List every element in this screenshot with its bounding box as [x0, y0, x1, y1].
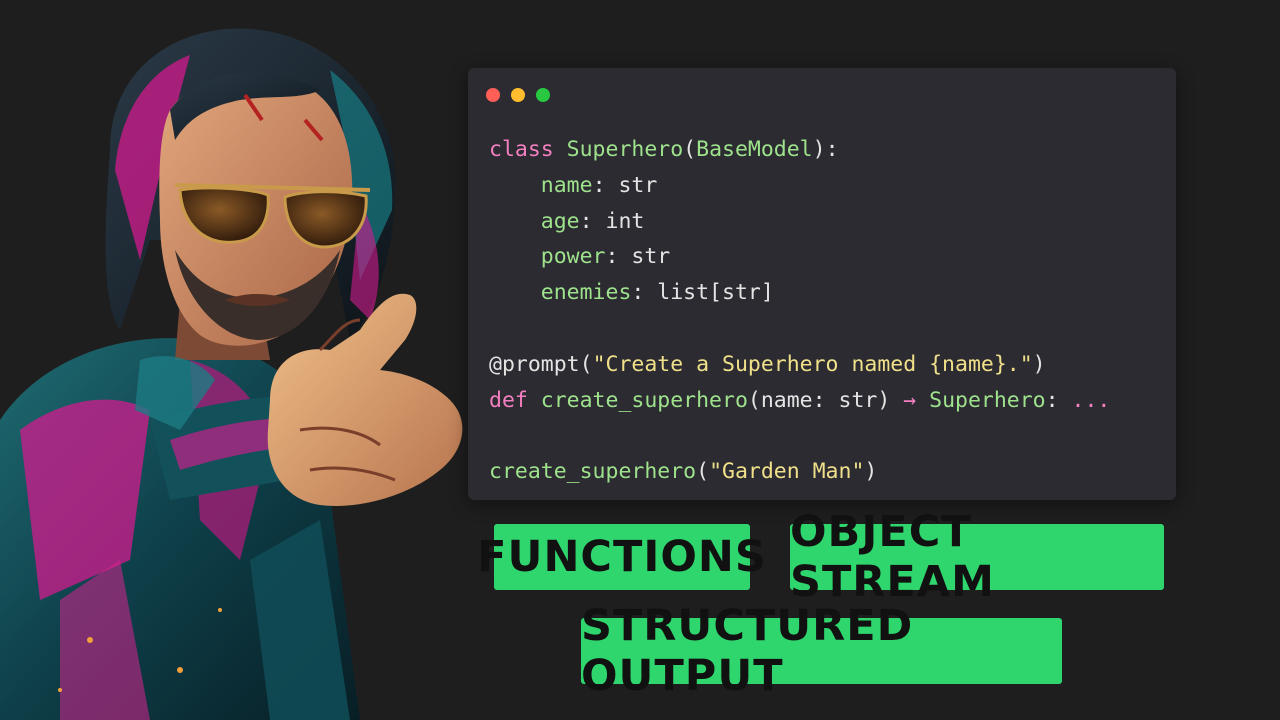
code-token: power [540, 244, 606, 270]
code-line: class Superhero(BaseModel): [489, 132, 1110, 168]
code-token: enemies [540, 280, 632, 306]
code-token: → [903, 387, 917, 413]
code-token: (name: str) [747, 387, 904, 413]
code-token: : list[str] [631, 280, 774, 306]
object-stream-label: OBJECT STREAM [790, 507, 1164, 607]
code-line: def create_superhero(name: str) → Superh… [489, 383, 1110, 419]
code-line: power: str [489, 239, 1110, 275]
code-token: create_superhero [489, 459, 697, 485]
functions-label: FUNCTIONS [477, 524, 766, 590]
code-token: : [1045, 387, 1072, 413]
close-dot-icon [486, 88, 500, 102]
code-token: : int [579, 208, 645, 234]
code-token: @prompt( [489, 351, 593, 377]
window-controls [486, 88, 550, 102]
code-token: ( [683, 137, 697, 162]
code-token: Superhero [916, 387, 1046, 413]
code-line: create_superhero("Garden Man") [489, 454, 1110, 490]
code-token: ): [812, 137, 839, 162]
code-token: ) [1032, 351, 1046, 377]
code-token: ( [696, 459, 710, 485]
pointing-man-illustration [0, 0, 480, 720]
code-token: def [489, 387, 541, 413]
code-token: create_superhero [540, 387, 748, 413]
code-token: name [540, 172, 593, 198]
code-token: "Create a Superhero named {name}." [592, 351, 1033, 377]
code-token: "Garden Man" [709, 459, 865, 485]
code-token: ) [864, 459, 878, 485]
minimize-dot-icon [511, 88, 525, 102]
code-snippet: class Superhero(BaseModel): name: str ag… [489, 132, 1110, 490]
code-token: ... [1071, 387, 1111, 413]
code-token: : str [592, 172, 658, 198]
code-line: name: str [489, 168, 1110, 204]
code-line: @prompt("Create a Superhero named {name}… [489, 347, 1110, 383]
code-token: : str [605, 244, 671, 270]
code-line: enemies: list[str] [489, 275, 1110, 311]
code-token: age [540, 208, 580, 234]
code-token: Superhero [566, 137, 684, 162]
code-token: BaseModel [696, 137, 813, 162]
code-token: class [489, 137, 567, 162]
structured-output-label: STRUCTURED OUTPUT [581, 601, 1062, 701]
maximize-dot-icon [536, 88, 550, 102]
code-line: age: int [489, 204, 1110, 240]
code-window: class Superhero(BaseModel): name: str ag… [468, 68, 1176, 500]
